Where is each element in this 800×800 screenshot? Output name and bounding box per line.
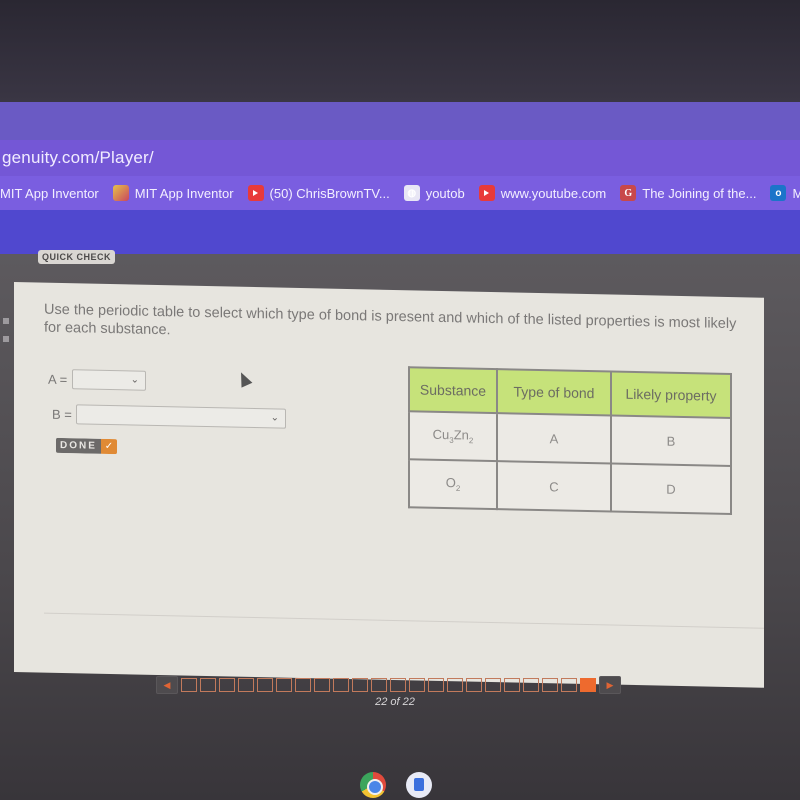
page-box-13[interactable] bbox=[409, 678, 425, 692]
chevron-down-icon: ⌄ bbox=[130, 374, 139, 386]
mit-app-inventor-icon bbox=[112, 185, 129, 201]
bookmark-label: youtob bbox=[425, 185, 465, 201]
bookmark-youtube[interactable]: www.youtube.com bbox=[478, 185, 607, 201]
page-box-19[interactable] bbox=[523, 678, 539, 692]
property-cell: B bbox=[611, 415, 731, 467]
table-row: O2 C D bbox=[409, 459, 731, 515]
page-box-17[interactable] bbox=[485, 678, 501, 692]
bookmark-mail[interactable]: o Mail - bbox=[770, 185, 800, 201]
question-prompt: Use the periodic table to select which t… bbox=[44, 301, 737, 339]
field-a-select[interactable]: ⌄ bbox=[72, 369, 146, 391]
next-page-button[interactable]: ▶ bbox=[599, 676, 621, 694]
substance-cell: O2 bbox=[409, 459, 497, 510]
table-header-row: Substance Type of bond Likely property bbox=[409, 367, 731, 419]
page-box-5[interactable] bbox=[257, 678, 273, 692]
bookmark-label: www.youtube.com bbox=[500, 185, 607, 201]
done-label: DONE bbox=[56, 437, 101, 454]
bond-cell: C bbox=[497, 461, 611, 512]
bookmark-joining[interactable]: G The Joining of the... bbox=[620, 185, 756, 201]
field-a-label: A = bbox=[48, 371, 68, 388]
youtube-icon bbox=[478, 185, 495, 201]
globe-icon: ◍ bbox=[403, 185, 420, 201]
files-icon[interactable] bbox=[406, 772, 432, 798]
bookmark-label: Mail - bbox=[792, 185, 800, 201]
url-text[interactable]: genuity.com/Player/ bbox=[2, 148, 154, 168]
header-likely-property: Likely property bbox=[611, 371, 731, 419]
page-box-18[interactable] bbox=[504, 678, 520, 692]
page-box-22[interactable] bbox=[580, 678, 596, 692]
table-row: Cu3Zn2 A B bbox=[409, 411, 731, 467]
bookmark-mit-app-inventor-2[interactable]: MIT App Inventor bbox=[112, 185, 234, 201]
mouse-cursor-icon bbox=[235, 369, 253, 388]
triangle-right-icon: ▶ bbox=[606, 679, 614, 690]
monitor-bezel bbox=[0, 0, 800, 102]
side-marker bbox=[3, 318, 9, 324]
bookmark-youtob[interactable]: ◍ youtob bbox=[403, 185, 465, 201]
page-box-9[interactable] bbox=[333, 678, 349, 692]
question-panel: Use the periodic table to select which t… bbox=[14, 282, 764, 688]
page-box-3[interactable] bbox=[219, 678, 235, 692]
chrome-icon[interactable] bbox=[360, 772, 386, 798]
page-box-4[interactable] bbox=[238, 678, 254, 692]
browser-tab-strip bbox=[0, 102, 800, 140]
page-box-14[interactable] bbox=[428, 678, 444, 692]
header-substance: Substance bbox=[409, 367, 497, 414]
done-button[interactable]: DONE ✓ bbox=[56, 437, 117, 455]
page-box-11[interactable] bbox=[371, 678, 387, 692]
page-count: 22 of 22 bbox=[375, 696, 415, 708]
page-box-21[interactable] bbox=[561, 678, 577, 692]
bookmark-label: The Joining of the... bbox=[642, 185, 757, 201]
page-box-6[interactable] bbox=[276, 678, 292, 692]
page-box-8[interactable] bbox=[314, 678, 330, 692]
g-icon: G bbox=[620, 185, 637, 201]
bookmark-label: MIT App Inventor bbox=[134, 185, 234, 201]
page-box-2[interactable] bbox=[200, 678, 216, 692]
prev-page-button[interactable]: ◀ bbox=[156, 676, 178, 694]
chevron-down-icon: ⌄ bbox=[270, 412, 279, 424]
page-box-1[interactable] bbox=[181, 678, 197, 692]
substance-cell: Cu3Zn2 bbox=[409, 411, 497, 462]
page-box-10[interactable] bbox=[352, 678, 368, 692]
field-b-label: B = bbox=[52, 406, 72, 423]
quick-check-badge: QUICK CHECK bbox=[38, 250, 116, 264]
panel-divider bbox=[44, 612, 764, 629]
field-b-select[interactable]: ⌄ bbox=[76, 404, 286, 429]
substance-table: Substance Type of bond Likely property C… bbox=[408, 366, 732, 516]
check-icon: ✓ bbox=[100, 438, 117, 455]
address-bar[interactable]: genuity.com/Player/ bbox=[0, 140, 800, 176]
header-type-of-bond: Type of bond bbox=[497, 369, 611, 416]
side-marker bbox=[3, 336, 9, 342]
youtube-icon bbox=[247, 185, 264, 201]
bookmark-label: (50) ChrisBrownTV... bbox=[269, 185, 390, 201]
page-box-20[interactable] bbox=[542, 678, 558, 692]
page-box-15[interactable] bbox=[447, 678, 463, 692]
bond-cell: A bbox=[497, 413, 611, 464]
page-box-16[interactable] bbox=[466, 678, 482, 692]
app-header-bar bbox=[0, 210, 800, 254]
outlook-icon: o bbox=[770, 185, 787, 201]
page-navigator: ◀ ▶ bbox=[156, 676, 621, 694]
triangle-left-icon: ◀ bbox=[163, 679, 171, 690]
bookmarks-bar: MIT App Inventor MIT App Inventor (50) C… bbox=[0, 176, 800, 210]
page-box-7[interactable] bbox=[295, 678, 311, 692]
property-cell: D bbox=[611, 463, 731, 515]
bookmark-chrisbrowntv[interactable]: (50) ChrisBrownTV... bbox=[247, 185, 390, 201]
bookmark-label: MIT App Inventor bbox=[0, 185, 99, 201]
page-boxes bbox=[181, 678, 596, 692]
bookmark-mit-app-inventor-1[interactable]: MIT App Inventor bbox=[0, 186, 99, 201]
page-box-12[interactable] bbox=[390, 678, 406, 692]
